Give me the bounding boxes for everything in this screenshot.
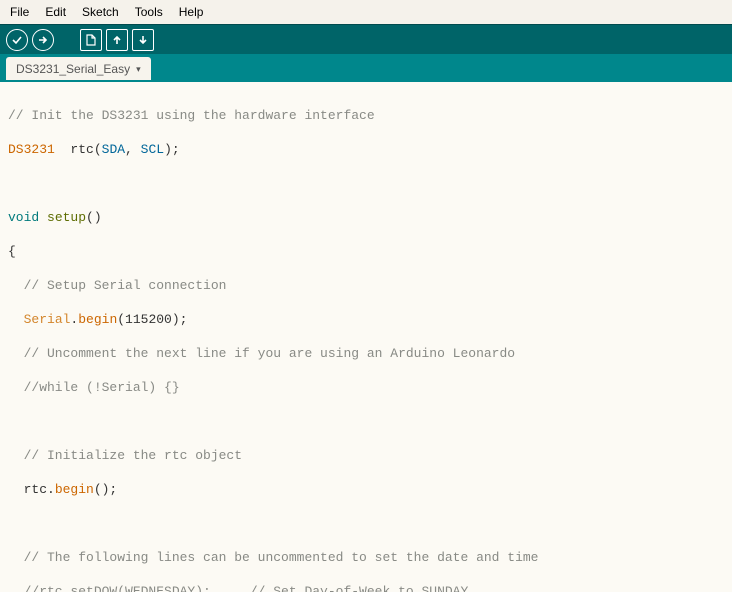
check-icon [11,34,23,46]
code-line: //rtc.setDOW(WEDNESDAY); // Set Day-of-W… [8,583,724,592]
toolbar [0,24,732,54]
menubar: File Edit Sketch Tools Help [0,0,732,24]
arrow-right-icon [37,34,49,46]
code-line: DS3231 rtc(SDA, SCL); [8,141,724,158]
code-line: void setup() [8,209,724,226]
code-line: // Init the DS3231 using the hardware in… [8,107,724,124]
code-line: rtc.begin(); [8,481,724,498]
menu-tools[interactable]: Tools [129,3,169,21]
arrow-up-icon [111,34,123,46]
code-line: //while (!Serial) {} [8,379,724,396]
code-line [8,413,724,430]
menu-edit[interactable]: Edit [39,3,72,21]
code-line: // Initialize the rtc object [8,447,724,464]
tab-label: DS3231_Serial_Easy [16,62,130,76]
code-line [8,515,724,532]
menu-file[interactable]: File [4,3,35,21]
file-icon [86,34,96,46]
verify-button[interactable] [6,29,28,51]
arrow-down-icon [137,34,149,46]
new-button[interactable] [80,29,102,51]
open-button[interactable] [106,29,128,51]
code-line: // Setup Serial connection [8,277,724,294]
code-line: // Uncomment the next line if you are us… [8,345,724,362]
code-editor[interactable]: // Init the DS3231 using the hardware in… [0,82,732,592]
code-line: Serial.begin(115200); [8,311,724,328]
upload-button[interactable] [32,29,54,51]
code-line [8,175,724,192]
menu-sketch[interactable]: Sketch [76,3,125,21]
tab-strip: DS3231_Serial_Easy ▾ [0,54,732,80]
menu-help[interactable]: Help [173,3,210,21]
code-line: // The following lines can be uncommente… [8,549,724,566]
tab-active[interactable]: DS3231_Serial_Easy ▾ [6,57,151,80]
tab-dropdown-icon[interactable]: ▾ [136,64,141,75]
code-line: { [8,243,724,260]
save-button[interactable] [132,29,154,51]
